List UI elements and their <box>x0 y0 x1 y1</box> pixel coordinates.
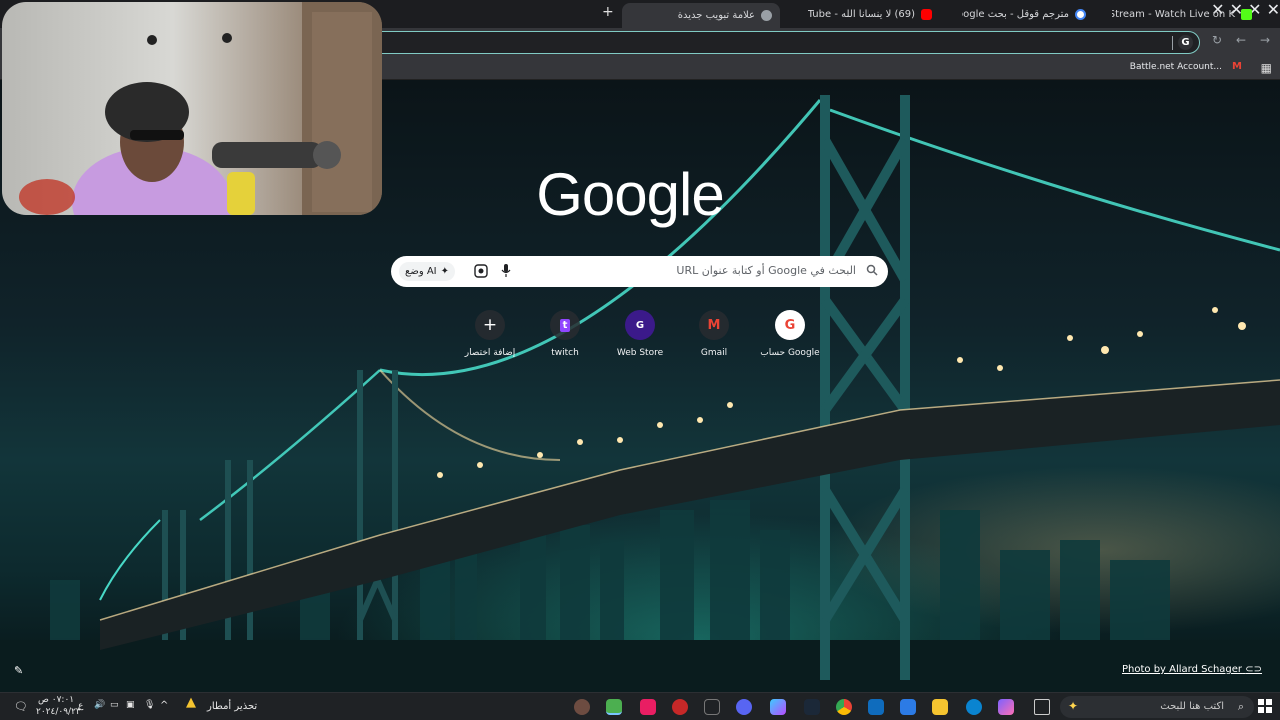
tab-title: علامة تبويب جديدة <box>677 10 755 21</box>
app-pink-icon[interactable] <box>640 699 656 715</box>
new-tab-button[interactable]: + <box>602 4 614 20</box>
ai-mode-button[interactable]: وضع AI ✦ <box>399 262 456 281</box>
omnibox-divider <box>1172 36 1173 50</box>
search-icon <box>866 264 878 276</box>
recorder-icon[interactable] <box>672 699 688 715</box>
webcam-feed <box>19 2 382 215</box>
copilot-icon[interactable] <box>998 699 1014 715</box>
photo-credit-link[interactable]: Photo by Allard Schager ⊂⊃ <box>1122 664 1262 675</box>
copilot-sparkle-icon: ✦ <box>1068 699 1079 713</box>
youtube-icon <box>921 8 932 20</box>
taskbar: ⌕ اكتب هنا للبحث ✦ ▲ تحذير أمطار ^ 🎙 ▣ ▭… <box>0 692 1280 720</box>
customize-pencil-icon[interactable]: ✎ <box>14 664 23 677</box>
bookmark-battlenet[interactable]: Battle.net Account... <box>1130 62 1222 72</box>
steam-icon[interactable] <box>804 699 820 715</box>
tab-title: (69) لا ينسانا الله - YouTube <box>808 8 915 20</box>
outlook-icon[interactable] <box>868 699 884 715</box>
webcam-overlay <box>2 2 382 215</box>
back-icon[interactable]: ← <box>1236 33 1246 47</box>
google-lens-icon[interactable] <box>474 264 488 278</box>
tab-mody-stream[interactable]: MoDy Stream - Watch Live on K <box>1112 3 1260 25</box>
google-icon: G <box>775 310 805 340</box>
shortcut-twitch[interactable]: t twitch <box>527 310 603 358</box>
edge-icon[interactable] <box>966 699 982 715</box>
display-icon[interactable]: ▭ <box>110 700 119 710</box>
app-icon[interactable] <box>704 699 720 715</box>
webstore-icon: G <box>625 310 655 340</box>
microphone-icon[interactable]: 🎙 <box>144 700 155 710</box>
twitch-icon: t <box>550 310 580 340</box>
tray-expand-icon[interactable]: ^ <box>160 700 168 711</box>
reload-icon[interactable]: ↻ <box>1212 33 1222 47</box>
photo-credit-text: Photo by Allard Schager <box>1121 664 1243 675</box>
weather-warning-icon[interactable]: ▲ <box>186 695 196 710</box>
forward-icon[interactable]: → <box>1260 33 1270 47</box>
search-placeholder: البحث في Google أو كتابة عنوان URL <box>676 264 856 277</box>
shortcut-label: twitch <box>551 348 579 358</box>
taskbar-search-placeholder: اكتب هنا للبحث <box>1160 701 1224 712</box>
google-lens-icon[interactable]: G <box>1178 35 1193 50</box>
link-icon: ⊂⊃ <box>1245 664 1262 675</box>
address-bar[interactable]: G <box>360 31 1200 54</box>
tab-google-translate[interactable]: مترجم قوقل - بحث Google <box>962 3 1094 25</box>
tab-youtube[interactable]: (69) لا ينسانا الله - YouTube <box>808 3 940 25</box>
chrome-icon[interactable] <box>836 699 852 715</box>
volume-icon[interactable]: 🔊 <box>94 700 105 710</box>
plus-icon: + <box>475 310 505 340</box>
tab-title: MoDy Stream - Watch Live on K <box>1112 8 1235 20</box>
notifications-icon[interactable]: 🗨 <box>14 700 28 713</box>
clock-date[interactable]: ٢٠٢٤/٠٩/٢٣ <box>36 707 81 717</box>
microsoft365-icon[interactable] <box>770 699 786 715</box>
shortcut-google-account[interactable]: G حساب Google <box>752 310 828 358</box>
user-app-icon[interactable] <box>574 699 590 715</box>
google-icon <box>1075 8 1086 20</box>
discord-icon[interactable] <box>736 699 752 715</box>
shortcut-label: Web Store <box>616 348 664 358</box>
clock-time[interactable]: ٠٧:٠١ ص <box>38 695 74 705</box>
windows-start-icon[interactable] <box>1258 699 1272 713</box>
tab-close-icon[interactable]: ✕ <box>1267 0 1280 19</box>
shortcut-label: إضافة اختصار <box>464 348 516 358</box>
apps-grid-icon[interactable]: ▦ <box>1261 61 1272 75</box>
weather-label[interactable]: تحذير أمطار <box>207 701 257 712</box>
sparkle-search-icon: ✦ <box>440 266 450 277</box>
shortcut-add[interactable]: + إضافة اختصار <box>452 310 528 358</box>
shortcut-label: Gmail <box>700 348 728 358</box>
taskbar-search-box[interactable]: ⌕ اكتب هنا للبحث ✦ <box>1060 696 1254 718</box>
chrome-icon <box>761 10 772 21</box>
store-icon[interactable] <box>900 699 916 715</box>
search-box[interactable]: البحث في Google أو كتابة عنوان URL وضع A… <box>391 256 888 287</box>
search-icon: ⌕ <box>1237 700 1244 713</box>
microphone-icon[interactable] <box>501 264 511 278</box>
gmail-icon: M <box>699 310 729 340</box>
active-chrome-icon[interactable] <box>606 699 622 715</box>
tab-title: مترجم قوقل - بحث Google <box>962 8 1069 20</box>
file-explorer-icon[interactable] <box>932 699 948 715</box>
tab-new-tab[interactable]: علامة تبويب جديدة <box>622 3 780 28</box>
ai-mode-label: وضع AI <box>405 266 437 277</box>
network-icon[interactable]: ▣ <box>126 700 135 710</box>
shortcut-gmail[interactable]: M Gmail <box>676 310 752 358</box>
gmail-icon[interactable]: M <box>1232 61 1242 72</box>
task-view-icon[interactable] <box>1034 699 1050 715</box>
shortcut-label: حساب Google <box>760 348 820 358</box>
kick-icon <box>1241 8 1252 20</box>
shortcut-web-store[interactable]: G Web Store <box>602 310 678 358</box>
